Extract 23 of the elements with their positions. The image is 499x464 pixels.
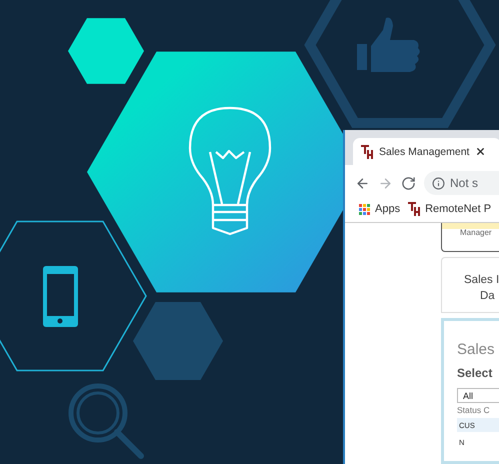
column-header: Status C: [457, 405, 491, 415]
site-logo-icon: [361, 144, 373, 158]
notice-banner: Manager: [441, 223, 499, 252]
close-icon[interactable]: [475, 146, 486, 157]
bookmark-link[interactable]: RemoteNet P: [408, 202, 492, 216]
card-title: Da: [479, 289, 495, 304]
site-logo-icon: [408, 202, 420, 216]
panel-subtitle: Select: [457, 366, 494, 380]
reload-icon[interactable]: [401, 176, 416, 190]
select-dropdown[interactable]: All: [457, 388, 499, 403]
tab-title: Sales Management: [379, 146, 470, 158]
browser-tab[interactable]: Sales Management: [353, 138, 499, 165]
apps-grid-icon: [359, 204, 370, 214]
bookmark-link[interactable]: Apps: [359, 203, 400, 215]
panel-title: Sales: [457, 341, 496, 358]
lightbulb-icon: [188, 106, 272, 236]
address-field[interactable]: Not s: [424, 171, 499, 195]
back-icon[interactable]: [355, 176, 370, 190]
info-icon: [432, 176, 445, 190]
smartphone-icon: [43, 266, 78, 327]
card-title: Sales I: [464, 273, 499, 288]
magnifier-icon: [68, 384, 144, 459]
thumbs-up-icon: [357, 18, 420, 72]
